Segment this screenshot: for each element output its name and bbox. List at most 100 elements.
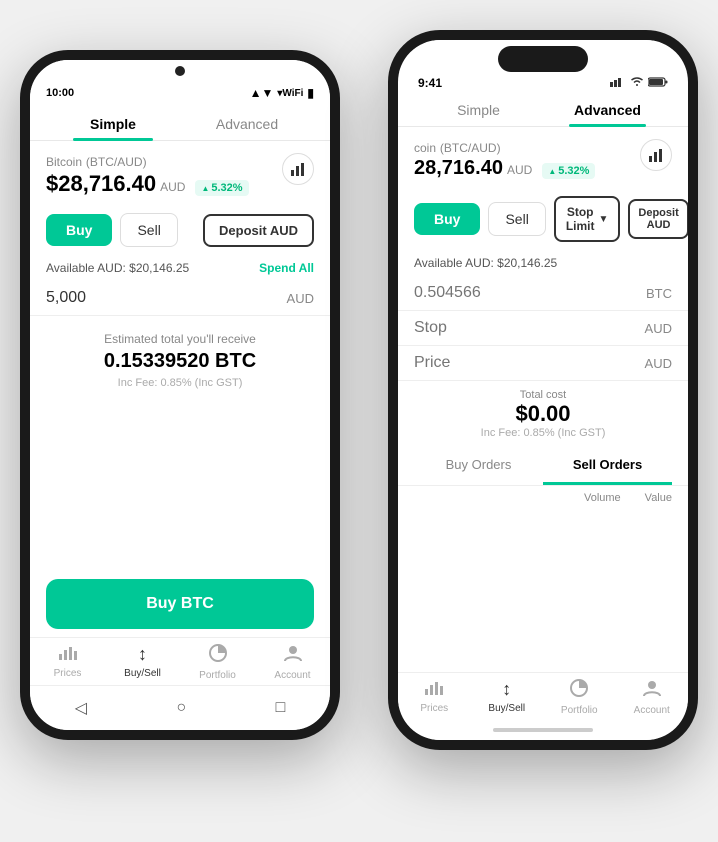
total-value-iphone: $0.00 bbox=[414, 401, 672, 427]
app-content-android: Bitcoin (BTC/AUD) $28,716.40 AUD 5.32% bbox=[30, 141, 330, 571]
coin-name-iphone: coin bbox=[414, 141, 436, 155]
deposit-button-android[interactable]: Deposit AUD bbox=[203, 214, 314, 247]
tab-advanced-iphone[interactable]: Advanced bbox=[543, 90, 672, 126]
account-icon-iphone bbox=[643, 679, 661, 702]
deposit-button-iphone[interactable]: Deposit AUD bbox=[628, 199, 688, 239]
android-nav: ◁ ○ □ bbox=[30, 685, 330, 730]
input-row-stop-iphone: AUD bbox=[398, 311, 688, 346]
nav-portfolio-label-android: Portfolio bbox=[199, 670, 236, 681]
nav-buysell-label-iphone: Buy/Sell bbox=[488, 703, 525, 714]
bottom-nav-android: Prices ↕ Buy/Sell Portfolio Account bbox=[30, 637, 330, 685]
total-box-iphone: Total cost $0.00 Inc Fee: 0.85% (Inc GST… bbox=[398, 381, 688, 447]
nav-portfolio-android[interactable]: Portfolio bbox=[180, 644, 255, 681]
coin-price-iphone: 28,716.40 bbox=[414, 157, 503, 180]
status-bar-android: 10:00 ▲▼ ▾WiFi ▮ bbox=[30, 78, 330, 104]
available-label-iphone: Available AUD: $20,146.25 bbox=[414, 256, 557, 270]
buysell-icon: ↕ bbox=[138, 644, 147, 665]
coin-currency-iphone: AUD bbox=[507, 163, 532, 177]
stop-limit-button[interactable]: Stop Limit ▼ bbox=[554, 196, 621, 242]
tab-simple-android[interactable]: Simple bbox=[46, 104, 180, 140]
dynamic-island-bar bbox=[398, 40, 688, 72]
tab-simple-iphone[interactable]: Simple bbox=[414, 90, 543, 126]
buy-btc-button-android[interactable]: Buy BTC bbox=[46, 579, 314, 629]
chart-icon-iphone[interactable] bbox=[640, 139, 672, 171]
time: 10:00 bbox=[46, 87, 74, 99]
available-row-android: Available AUD: $20,146.25 Spend All bbox=[30, 255, 330, 281]
battery-icon: ▮ bbox=[307, 86, 314, 100]
tab-bar-iphone: Simple Advanced bbox=[398, 90, 688, 127]
phone-iphone: 9:41 Simple Advanced bbox=[388, 30, 698, 750]
tab-bar-android: Simple Advanced bbox=[30, 104, 330, 141]
coin-header-android: Bitcoin (BTC/AUD) $28,716.40 AUD 5.32% bbox=[30, 141, 330, 205]
estimate-fee-android: Inc Fee: 0.85% (Inc GST) bbox=[46, 377, 314, 389]
input-row-amount-iphone: BTC bbox=[398, 276, 688, 311]
signal-icon: ▲▼ bbox=[250, 86, 274, 100]
phone-android: 10:00 ▲▼ ▾WiFi ▮ Simple Advanced Bit bbox=[20, 50, 340, 740]
app-content-iphone: coin (BTC/AUD) 28,716.40 AUD 5.32% bbox=[398, 127, 688, 672]
available-row-iphone: Available AUD: $20,146.25 bbox=[398, 250, 688, 276]
nav-buysell-iphone[interactable]: ↕ Buy/Sell bbox=[471, 679, 544, 716]
account-icon-android bbox=[284, 644, 302, 667]
buy-button-android[interactable]: Buy bbox=[46, 214, 112, 246]
nav-account-label-iphone: Account bbox=[634, 705, 670, 716]
nav-prices-label-android: Prices bbox=[54, 668, 82, 679]
price-currency-iphone: AUD bbox=[645, 356, 672, 371]
amount-input-iphone[interactable] bbox=[414, 284, 646, 302]
estimate-label-android: Estimated total you'll receive bbox=[46, 332, 314, 346]
price-change-badge: 5.32% bbox=[195, 180, 248, 196]
estimate-box-android: Estimated total you'll receive 0.1533952… bbox=[30, 316, 330, 405]
status-bar-iphone: 9:41 bbox=[398, 72, 688, 90]
orders-vol-header: Volume bbox=[584, 492, 621, 504]
coin-header-iphone: coin (BTC/AUD) 28,716.40 AUD 5.32% bbox=[398, 127, 688, 188]
coin-price: $28,716.40 bbox=[46, 171, 156, 197]
chart-icon[interactable] bbox=[282, 153, 314, 185]
nav-portfolio-iphone[interactable]: Portfolio bbox=[543, 679, 616, 716]
chevron-down-icon: ▼ bbox=[598, 214, 608, 225]
wifi-icon: ▾WiFi bbox=[277, 88, 303, 99]
amount-input-row-android: AUD bbox=[30, 281, 330, 316]
sell-orders-tab[interactable]: Sell Orders bbox=[543, 447, 672, 485]
coin-currency: AUD bbox=[160, 180, 185, 194]
spend-all-android[interactable]: Spend All bbox=[259, 261, 314, 275]
action-row-iphone: Buy Sell Stop Limit ▼ Deposit AUD bbox=[398, 188, 688, 250]
home-indicator bbox=[493, 728, 593, 732]
stop-input-iphone[interactable] bbox=[414, 319, 645, 337]
orders-tabs-iphone: Buy Orders Sell Orders bbox=[398, 447, 688, 486]
price-input-iphone[interactable] bbox=[414, 354, 645, 372]
action-row-android: Buy Sell Deposit AUD bbox=[30, 205, 330, 255]
total-label-iphone: Total cost bbox=[414, 389, 672, 401]
android-home[interactable]: ○ bbox=[160, 695, 202, 721]
buy-button-iphone[interactable]: Buy bbox=[414, 203, 480, 235]
nav-prices-android[interactable]: Prices bbox=[30, 644, 105, 681]
time-iphone: 9:41 bbox=[418, 76, 442, 90]
nav-buysell-android[interactable]: ↕ Buy/Sell bbox=[105, 644, 180, 681]
total-fee-iphone: Inc Fee: 0.85% (Inc GST) bbox=[414, 427, 672, 439]
android-recents[interactable]: □ bbox=[260, 695, 302, 721]
orders-val-header: Value bbox=[645, 492, 672, 504]
signal-icon-iphone bbox=[610, 77, 626, 90]
sell-button-iphone[interactable]: Sell bbox=[488, 202, 545, 236]
dynamic-island bbox=[498, 46, 588, 72]
wifi-icon-iphone bbox=[630, 77, 644, 90]
nav-account-iphone[interactable]: Account bbox=[616, 679, 689, 716]
amount-currency-iphone: BTC bbox=[646, 286, 672, 301]
prices-icon-iphone bbox=[425, 679, 443, 700]
input-row-price-iphone: AUD bbox=[398, 346, 688, 381]
android-back[interactable]: ◁ bbox=[59, 694, 103, 722]
portfolio-icon bbox=[209, 644, 227, 667]
prices-icon bbox=[59, 644, 77, 665]
amount-input-android[interactable] bbox=[46, 289, 287, 307]
nav-account-android[interactable]: Account bbox=[255, 644, 330, 681]
coin-pair: (BTC/AUD) bbox=[86, 155, 147, 169]
available-label-android: Available AUD: $20,146.25 bbox=[46, 261, 189, 275]
bottom-nav-iphone: Prices ↕ Buy/Sell Portfolio Account bbox=[398, 672, 688, 720]
nav-account-label-android: Account bbox=[274, 670, 310, 681]
sell-button-android[interactable]: Sell bbox=[120, 213, 177, 247]
amount-currency-android: AUD bbox=[287, 291, 314, 306]
nav-prices-label-iphone: Prices bbox=[420, 703, 448, 714]
buy-orders-tab[interactable]: Buy Orders bbox=[414, 447, 543, 485]
nav-portfolio-label-iphone: Portfolio bbox=[561, 705, 598, 716]
estimate-value-android: 0.15339520 BTC bbox=[46, 350, 314, 373]
nav-prices-iphone[interactable]: Prices bbox=[398, 679, 471, 716]
tab-advanced-android[interactable]: Advanced bbox=[180, 104, 314, 140]
